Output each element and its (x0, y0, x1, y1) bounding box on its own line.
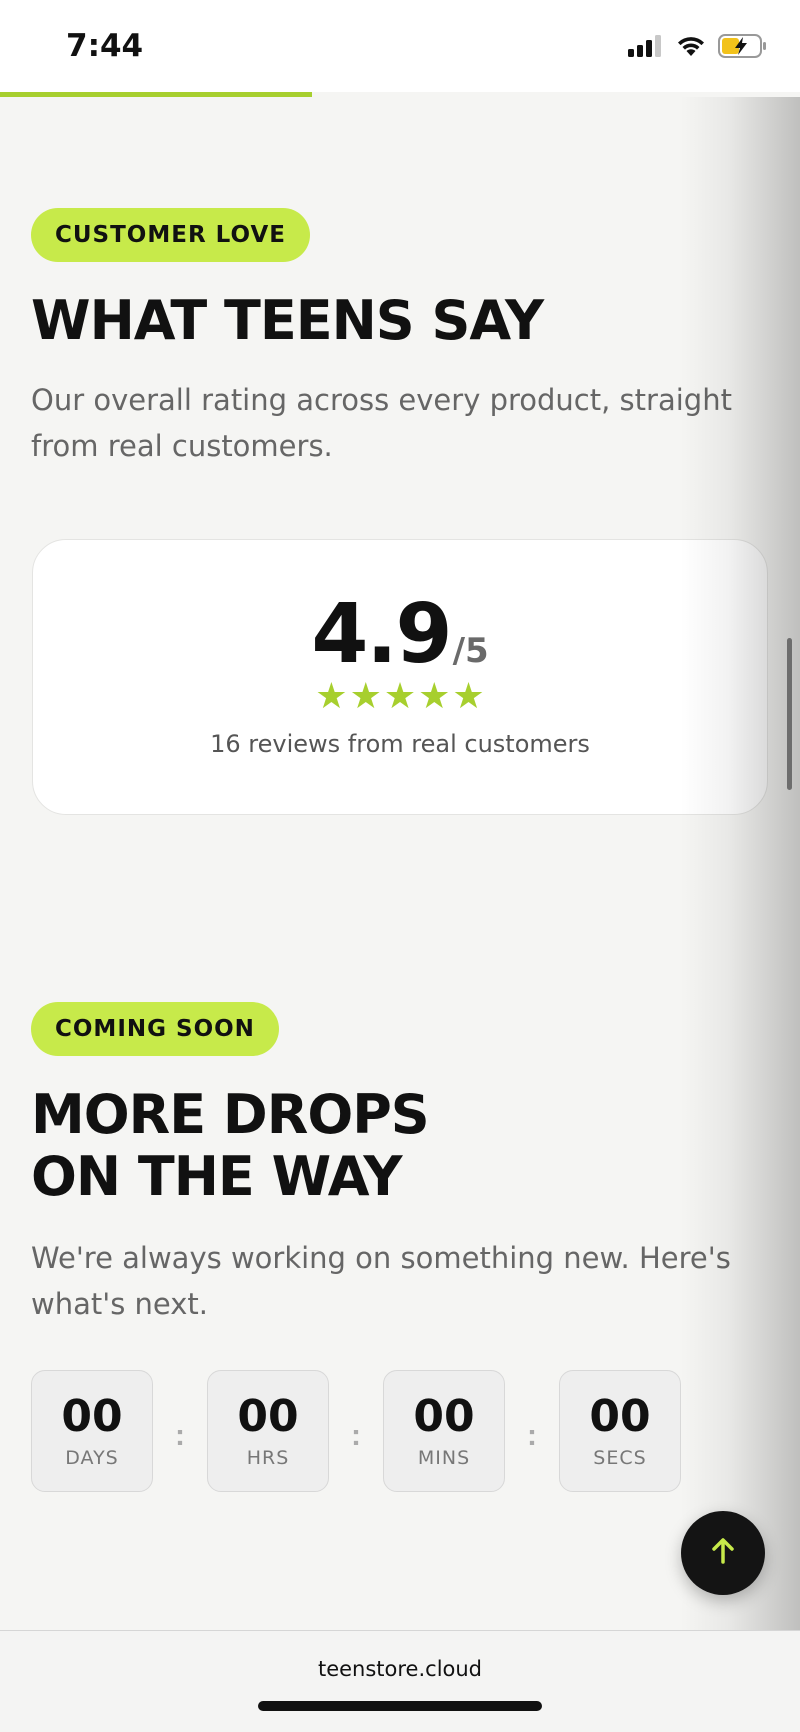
status-icons (628, 34, 768, 63)
rating-value: 4.9 (311, 587, 452, 682)
countdown-separator: : (175, 1419, 185, 1452)
star-icon: ★ (315, 675, 348, 716)
countdown-unit: HRS (246, 1447, 290, 1469)
scrollbar-thumb[interactable] (787, 638, 792, 790)
countdown-unit: DAYS (65, 1447, 119, 1469)
reviews-description: Our overall rating across every product,… (31, 383, 732, 463)
star-icon: ★ (349, 675, 382, 716)
countdown: 00 DAYS : 00 HRS : 00 MINS : 00 SECS (31, 1370, 681, 1492)
back-to-top-button[interactable] (681, 1511, 765, 1595)
signal-icon (628, 35, 664, 62)
status-time: 7:44 (66, 28, 144, 64)
arrow-up-icon (707, 1535, 739, 1572)
star-icon: ★ (418, 675, 451, 716)
upcoming-title-line1: MORE DROPS (31, 1083, 430, 1146)
scroll-progress-bar (0, 92, 800, 97)
countdown-value: 00 (589, 1391, 651, 1442)
upcoming-title: MORE DROPS ON THE WAY (31, 1083, 430, 1208)
rating-caption: 16 reviews from real customers (210, 730, 590, 758)
scroll-progress-fill (0, 92, 312, 97)
coming-soon-badge: COMING SOON (31, 1002, 279, 1056)
countdown-value: 00 (237, 1391, 299, 1442)
reviews-title: WHAT TEENS SAY (31, 289, 544, 352)
upcoming-title-line2: ON THE WAY (31, 1145, 402, 1208)
browser-address-bar[interactable]: teenstore.cloud (0, 1630, 800, 1732)
countdown-minutes: 00 MINS (383, 1370, 505, 1492)
countdown-days: 00 DAYS (31, 1370, 153, 1492)
upcoming-description: We're always working on something new. H… (31, 1241, 731, 1321)
rating-card: 4.9 /5 ★ ★ ★ ★ ★ 16 reviews from real custom… (32, 539, 768, 815)
url-text[interactable]: teenstore.cloud (0, 1657, 800, 1681)
countdown-seconds: 00 SECS (559, 1370, 681, 1492)
side-drawer-shadow (680, 97, 800, 1632)
status-bar: 7:44 (0, 0, 800, 92)
customer-love-badge: CUSTOMER LOVE (31, 208, 310, 262)
battery-charging-icon (718, 34, 768, 63)
rating-score: 4.9 /5 (33, 590, 767, 680)
star-icon: ★ (383, 675, 417, 716)
countdown-value: 00 (413, 1391, 475, 1442)
countdown-separator: : (527, 1419, 537, 1452)
star-icon: ★ (452, 675, 485, 716)
rating-stars: ★ ★ ★ ★ ★ (33, 678, 767, 714)
rating-max: /5 (452, 631, 489, 671)
countdown-separator: : (351, 1419, 361, 1452)
wifi-icon (676, 35, 706, 62)
countdown-unit: SECS (593, 1447, 647, 1469)
countdown-hours: 00 HRS (207, 1370, 329, 1492)
countdown-unit: MINS (417, 1447, 471, 1469)
countdown-value: 00 (61, 1391, 123, 1442)
home-indicator[interactable] (258, 1701, 542, 1711)
